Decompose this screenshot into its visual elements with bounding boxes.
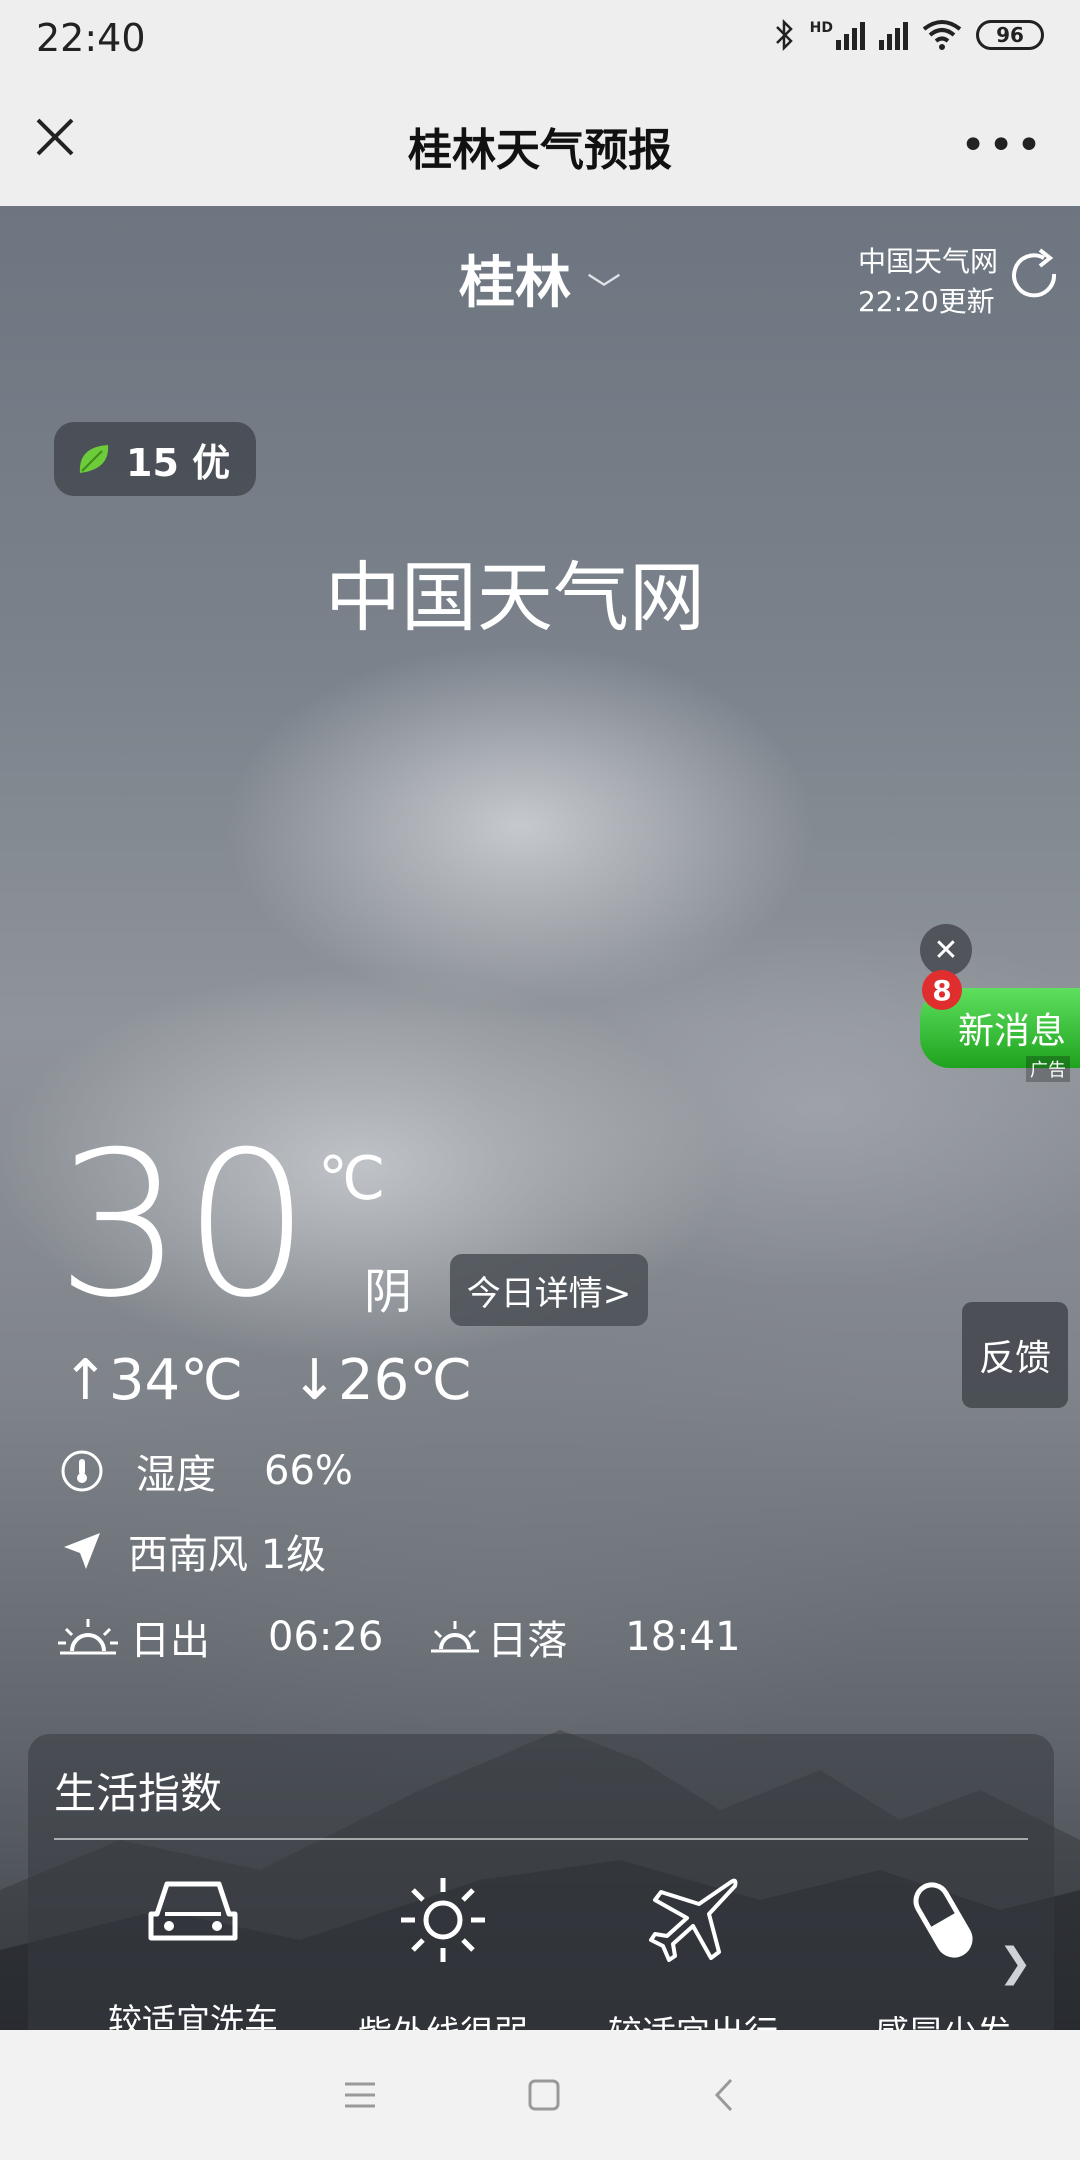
refresh-icon[interactable]	[1006, 246, 1066, 306]
ad-count-badge: 8	[922, 970, 962, 1010]
life-index-header: 生活指数	[54, 1769, 223, 1818]
status-icons: HD 96	[774, 18, 1044, 52]
leaf-icon	[79, 445, 109, 473]
life-index-label: 感冒少发	[875, 2006, 1011, 2030]
signal-icon	[879, 20, 908, 50]
sunset-icon	[427, 1611, 483, 1663]
sun-icon	[401, 1878, 485, 1962]
humidity-label: 湿度	[136, 1452, 216, 1498]
title-bar: 桂林天气预报 •••	[0, 78, 1080, 206]
low-temp: ↓26℃	[291, 1348, 473, 1413]
weather-condition: 阴	[364, 1264, 413, 1320]
wifi-icon	[922, 20, 962, 50]
aqi-badge[interactable]: 15 优	[54, 422, 257, 496]
life-index-label: 较适宜出行	[608, 2006, 778, 2030]
weather-panel: 桂林 ﹀ 中国天气网 22:20更新 15 优 中国天气网 30 ℃ 阴 今日详情…	[0, 206, 1080, 2030]
humidity-value: 66%	[264, 1448, 353, 1494]
today-detail-button[interactable]: 今日详情>	[450, 1254, 648, 1326]
sun-row: 日出 06:26 日落 18:41	[56, 1608, 741, 1666]
humidity-row: 湿度 66%	[56, 1442, 353, 1500]
city-name: 桂林	[459, 251, 571, 316]
pill-icon	[913, 1882, 973, 1958]
status-time: 22:40	[36, 16, 146, 60]
system-nav-bar	[0, 2030, 1080, 2160]
high-temp: ↑34℃	[62, 1348, 244, 1413]
chevron-right-icon[interactable]: ❯	[998, 1940, 1032, 1986]
page-title: 桂林天气预报	[408, 125, 672, 176]
ad-tag: 广告	[1026, 1056, 1070, 1082]
sunrise-icon	[56, 1611, 120, 1663]
ad-close-button[interactable]: ✕	[920, 924, 972, 976]
car-icon	[148, 1881, 238, 1941]
signal-hd-icon: HD	[810, 20, 865, 50]
wind-direction-icon	[56, 1525, 108, 1577]
more-menu-icon[interactable]: •••	[960, 120, 1044, 171]
back-icon[interactable]	[711, 2077, 737, 2113]
thermometer-icon	[56, 1445, 108, 1497]
source-name: 中国天气网	[857, 245, 998, 278]
temperature-unit: ℃	[318, 1144, 386, 1214]
temp-range: ↑34℃ ↓26℃	[62, 1348, 472, 1413]
life-index-label: 紫外线很弱	[358, 2006, 528, 2030]
sunset-label: 日落	[487, 1618, 568, 1664]
home-icon[interactable]	[527, 2078, 561, 2112]
ad-label: 新消息	[958, 1011, 1067, 1052]
battery-icon: 96	[976, 20, 1044, 50]
bluetooth-icon	[775, 18, 793, 52]
current-temperature: 30	[56, 1109, 311, 1342]
chevron-down-icon: ﹀	[587, 271, 621, 311]
data-source: 中国天气网 22:20更新	[858, 242, 998, 322]
divider	[54, 1838, 1028, 1840]
life-index-card: 生活指数 较适宜洗车 紫外线很弱	[28, 1734, 1054, 2030]
sunrise-time: 06:26	[268, 1614, 384, 1660]
sunset-time: 18:41	[625, 1614, 741, 1660]
menu-icon[interactable]	[343, 2080, 377, 2110]
life-index-list: 较适宜洗车 紫外线很弱 较适宜出行	[68, 1874, 1068, 2030]
plane-icon	[649, 1878, 738, 1962]
aqi-value: 15 优	[126, 440, 231, 485]
life-index-label: 较适宜洗车	[108, 2002, 278, 2030]
network-label: HD	[809, 20, 833, 36]
wind-row: 西南风 1级	[56, 1522, 326, 1580]
life-index-item[interactable]: 较适宜洗车	[68, 1874, 318, 2030]
status-bar: 22:40 HD 96	[0, 0, 1080, 78]
feedback-button[interactable]: 反馈	[962, 1302, 1068, 1408]
life-index-item[interactable]: 紫外线很弱	[318, 1874, 568, 2030]
brand-watermark: 中国天气网	[325, 553, 705, 642]
wind-text: 西南风 1级	[128, 1532, 327, 1578]
update-time: 22:20更新	[857, 285, 995, 318]
life-index-item[interactable]: 较适宜出行	[568, 1874, 818, 2030]
sunrise-label: 日出	[130, 1618, 210, 1664]
